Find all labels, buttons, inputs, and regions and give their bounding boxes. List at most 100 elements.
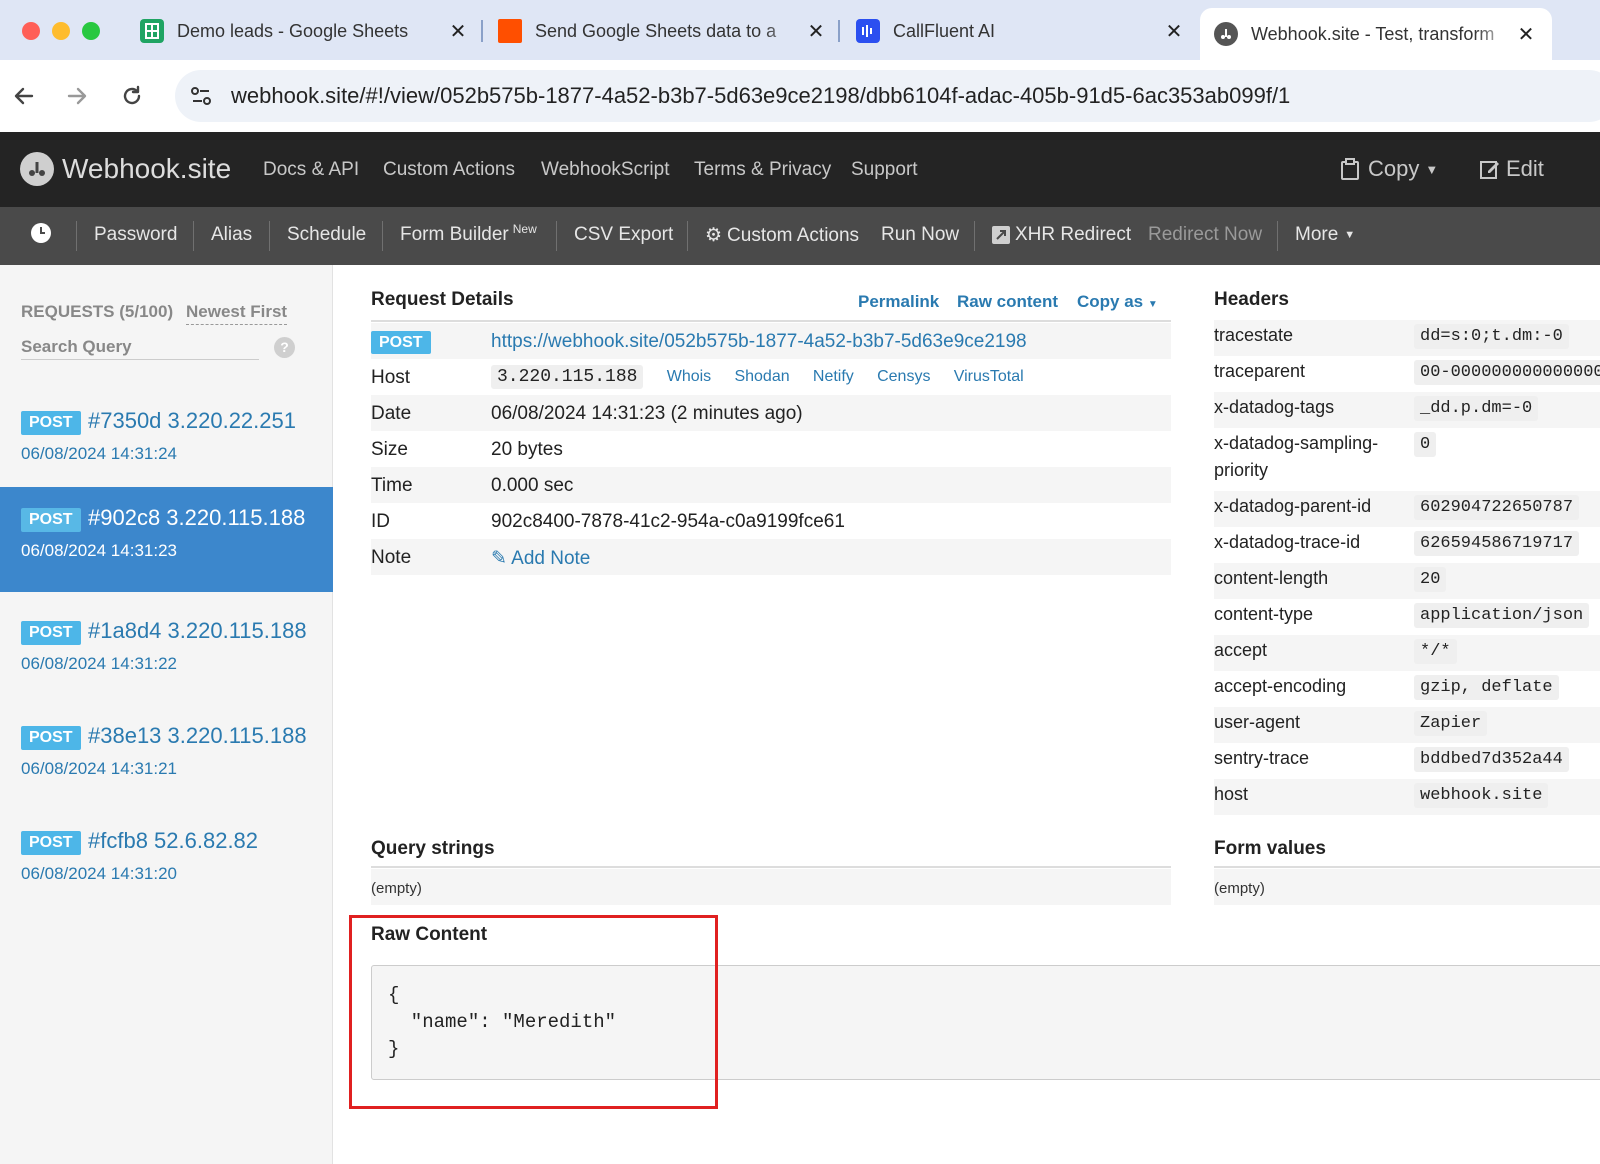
browser-tab-callfluent[interactable]: CallFluent AI ✕ [856, 9, 1186, 53]
raw-content-link[interactable]: Raw content [957, 292, 1058, 312]
header-row: x-datadog-tags _dd.p.dm=-0 [1214, 392, 1600, 428]
nav-webhookscript[interactable]: WebhookScript [541, 159, 670, 181]
request-item[interactable]: POST #38e13 3.220.115.188 06/08/2024 14:… [0, 705, 333, 810]
request-date: 06/08/2024 14:31:22 [21, 654, 177, 673]
request-title: #38e13 3.220.115.188 [88, 723, 307, 748]
tab-title: Demo leads - Google Sheets [177, 20, 409, 41]
form-builder-button[interactable]: Form Builder New [400, 222, 537, 246]
request-item[interactable]: POST #fcfb8 52.6.82.82 06/08/2024 14:31:… [0, 810, 333, 915]
redirect-now-button[interactable]: Redirect Now [1148, 224, 1262, 246]
maximize-window-button[interactable] [82, 22, 100, 40]
method-badge: POST [371, 331, 431, 354]
new-badge: New [512, 222, 537, 236]
tab-title: Webhook.site - Test, transform [1251, 23, 1495, 44]
divider [371, 320, 1171, 322]
external-link-icon [992, 226, 1010, 244]
header-row: traceparent 00-000000000000000 [1214, 356, 1600, 392]
url-text[interactable]: webhook.site/#!/view/052b575b-1877-4a52-… [231, 83, 1290, 109]
query-strings-value: (empty) [371, 880, 422, 897]
brand-logo[interactable]: Webhook.site [20, 152, 231, 186]
sort-order-toggle[interactable]: Newest First [186, 302, 288, 325]
caret-down-icon: ▼ [1425, 161, 1439, 177]
minimize-window-button[interactable] [52, 22, 70, 40]
nav-custom-actions[interactable]: Custom Actions [383, 159, 515, 181]
tab-divider [481, 20, 483, 42]
header-key: x-datadog-sampling-priority [1214, 433, 1379, 480]
censys-link[interactable]: Censys [877, 368, 930, 385]
help-icon[interactable]: ? [274, 337, 295, 358]
header-row: content-length 20 [1214, 563, 1600, 599]
search-query-input[interactable] [21, 335, 259, 360]
virustotal-link[interactable]: VirusTotal [954, 368, 1024, 385]
tab-title: CallFluent AI [893, 20, 996, 41]
browser-tab-zapier[interactable]: Send Google Sheets data to a ✕ [498, 9, 828, 53]
request-url-link[interactable]: https://webhook.site/052b575b-1877-4a52-… [491, 331, 1027, 353]
tab-title: Send Google Sheets data to a [535, 20, 777, 41]
forward-icon[interactable] [59, 78, 95, 114]
id-value: 902c8400-7878-41c2-954a-c0a9199fce61 [491, 511, 845, 532]
clock-icon[interactable] [30, 222, 52, 244]
header-row: user-agent Zapier [1214, 707, 1600, 743]
close-tab-icon[interactable]: ✕ [446, 19, 470, 44]
browser-tab-google-sheets[interactable]: Demo leads - Google Sheets ✕ [140, 9, 470, 53]
divider [371, 866, 1171, 868]
toolbar-divider [269, 221, 270, 251]
password-button[interactable]: Password [94, 224, 177, 246]
close-window-button[interactable] [22, 22, 40, 40]
edit-button[interactable]: Edit [1480, 156, 1544, 182]
copy-button[interactable]: Copy ▼ [1340, 156, 1438, 182]
run-now-button[interactable]: Run Now [881, 224, 959, 246]
toolbar-divider [974, 221, 975, 251]
method-badge: POST [21, 726, 81, 750]
query-strings-row: (empty) [371, 869, 1171, 905]
requests-count: REQUESTS (5/100) [21, 302, 174, 321]
header-row: sentry-trace bddbed7d352a44 [1214, 743, 1600, 779]
id-label: ID [371, 511, 390, 532]
add-note-label: Add Note [511, 548, 591, 569]
address-bar[interactable]: webhook.site/#!/view/052b575b-1877-4a52-… [175, 70, 1600, 122]
alias-button[interactable]: Alias [211, 224, 252, 246]
method-badge: POST [21, 508, 81, 532]
header-value: application/json [1414, 603, 1590, 628]
caret-down-icon: ▼ [1344, 229, 1356, 241]
form-values-value: (empty) [1214, 880, 1265, 897]
xhr-redirect-label: XHR Redirect [1015, 224, 1132, 245]
csv-export-button[interactable]: CSV Export [574, 224, 673, 246]
edit-label: Edit [1506, 156, 1544, 181]
detail-row-id: ID 902c8400-7878-41c2-954a-c0a9199fce61 [371, 503, 1171, 539]
request-item[interactable]: POST #1a8d4 3.220.115.188 06/08/2024 14:… [0, 600, 333, 705]
permalink-link[interactable]: Permalink [858, 292, 939, 312]
nav-terms-privacy[interactable]: Terms & Privacy [694, 159, 831, 181]
custom-actions-button[interactable]: ⚙ Custom Actions [705, 224, 859, 247]
nav-docs-api[interactable]: Docs & API [263, 159, 359, 181]
request-item[interactable]: POST #7350d 3.220.22.251 06/08/2024 14:3… [0, 390, 333, 495]
request-item-active[interactable]: POST #902c8 3.220.115.188 06/08/2024 14:… [0, 487, 333, 592]
form-values-row: (empty) [1214, 869, 1600, 905]
site-info-icon[interactable] [187, 82, 215, 110]
copy-as-dropdown[interactable]: Copy as ▼ [1077, 292, 1158, 312]
shodan-link[interactable]: Shodan [734, 368, 789, 385]
back-icon[interactable] [6, 78, 42, 114]
nav-support[interactable]: Support [851, 159, 918, 181]
header-value: bddbed7d352a44 [1414, 747, 1569, 772]
reload-icon[interactable] [114, 78, 150, 114]
header-key: user-agent [1214, 712, 1301, 732]
time-label: Time [371, 475, 413, 496]
request-date: 06/08/2024 14:31:23 [21, 541, 177, 560]
whois-link[interactable]: Whois [667, 368, 711, 385]
add-note-button[interactable]: ✎ Add Note [491, 547, 590, 570]
toolbar-divider [687, 221, 688, 251]
netify-link[interactable]: Netify [813, 368, 854, 385]
browser-tab-webhook-site[interactable]: Webhook.site - Test, transform ✕ [1200, 8, 1552, 60]
header-value: gzip, deflate [1414, 675, 1559, 700]
header-value: 626594586719717 [1414, 531, 1580, 556]
size-label: Size [371, 439, 408, 460]
close-tab-icon[interactable]: ✕ [804, 19, 828, 44]
date-value: 06/08/2024 14:31:23 (2 minutes ago) [491, 403, 803, 424]
xhr-redirect-button[interactable]: XHR Redirect [992, 224, 1131, 246]
toolbar-divider [193, 221, 194, 251]
schedule-button[interactable]: Schedule [287, 224, 366, 246]
close-tab-icon[interactable]: ✕ [1514, 22, 1538, 47]
more-dropdown[interactable]: More ▼ [1295, 224, 1355, 246]
close-tab-icon[interactable]: ✕ [1162, 19, 1186, 44]
